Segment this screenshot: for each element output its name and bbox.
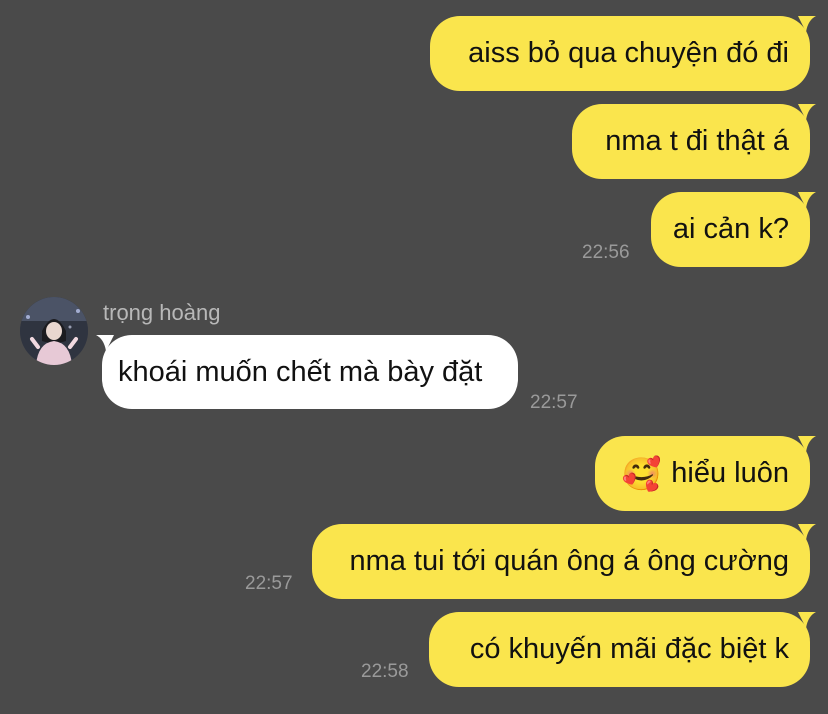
outgoing-message-bubble[interactable]: nma t đi thật á	[572, 104, 816, 179]
outgoing-message-bubble[interactable]: aiss bỏ qua chuyện đó đi	[430, 16, 816, 91]
message-timestamp: 22:57	[530, 392, 578, 413]
message-text: hiểu luôn	[671, 457, 789, 489]
bubble-tail-icon	[798, 104, 816, 120]
message-timestamp: 22:58	[361, 661, 409, 682]
message-timestamp: 22:57	[245, 573, 293, 594]
outgoing-message-bubble[interactable]: có khuyến mãi đặc biệt k	[429, 612, 816, 687]
sender-avatar[interactable]	[20, 297, 88, 365]
sender-name: trọng hoàng	[103, 300, 221, 325]
incoming-message-bubble[interactable]: khoái muốn chết mà bày đặt	[96, 335, 518, 409]
avatar-photo-icon	[20, 297, 88, 365]
message-text: aiss bỏ qua chuyện đó đi	[468, 37, 789, 69]
bubble-tail-icon	[96, 335, 114, 351]
chat-screen: { "messages": [ {"side": "out", "text": …	[0, 0, 828, 714]
outgoing-message-bubble[interactable]: 🥰 hiểu luôn	[595, 436, 816, 511]
smiling-face-with-hearts-icon: 🥰	[621, 455, 662, 492]
message-timestamp: 22:56	[582, 242, 630, 263]
message-text: có khuyến mãi đặc biệt k	[469, 633, 789, 665]
message-text: ai cản k?	[672, 213, 789, 245]
message-text: nma t đi thật á	[605, 125, 789, 157]
outgoing-message-bubble[interactable]: nma tui tới quán ông á ông cường	[312, 524, 816, 599]
bubble-tail-icon	[798, 16, 816, 32]
message-text: nma tui tới quán ông á ông cường	[349, 545, 789, 577]
bubble-tail-icon	[798, 524, 816, 540]
bubble-tail-icon	[798, 192, 816, 208]
bubble-tail-icon	[798, 436, 816, 452]
outgoing-message-bubble[interactable]: ai cản k?	[651, 192, 816, 267]
bubble-tail-icon	[798, 612, 816, 628]
message-text: khoái muốn chết mà bày đặt	[118, 355, 483, 388]
